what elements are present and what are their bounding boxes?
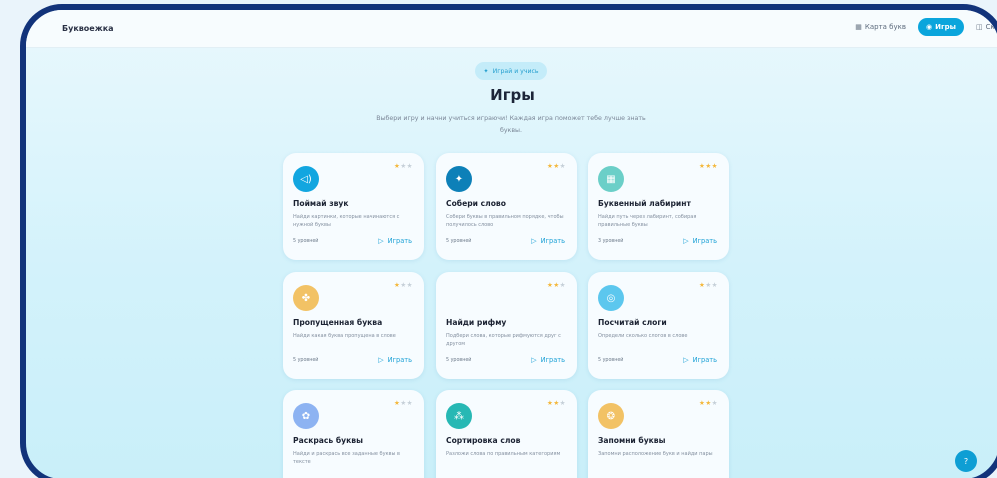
sparkle-icon: ✦	[483, 67, 489, 75]
difficulty-stars: ★★★	[394, 162, 413, 170]
play-button[interactable]: ▷ Играть	[683, 356, 717, 364]
help-button[interactable]: ?	[955, 450, 977, 472]
difficulty-stars: ★★★	[547, 399, 566, 407]
top-navbar: Буквоежка ▦ Карта букв ◉ Игры ◫ Ска	[26, 10, 997, 48]
star-icon: ★	[406, 162, 413, 170]
game-description: Найди путь через лабиринт, собирая прави…	[598, 214, 697, 228]
game-levels: 5 уровней	[598, 358, 624, 363]
speaker-icon: ◁)	[293, 166, 319, 192]
star-icon: ★	[711, 281, 718, 289]
play-button[interactable]: ▷ Играть	[683, 237, 717, 245]
game-card[interactable]: ✤ ★★★ Пропущенная буква Найди какая буква п…	[283, 272, 424, 379]
game-title: Сортировка слов	[446, 436, 521, 445]
game-levels: 5 уровней	[293, 239, 319, 244]
game-title: Поймай звук	[293, 199, 349, 208]
star-icon: ★	[559, 162, 566, 170]
game-card[interactable]: ◎ ★★★ Посчитай слоги Определи сколько слого…	[588, 272, 729, 379]
game-levels: 5 уровней	[446, 239, 472, 244]
game-title: Посчитай слоги	[598, 318, 667, 327]
difficulty-stars: ★★★	[699, 162, 718, 170]
game-description: Найди картинки, которые начинаются с нуж…	[293, 214, 400, 228]
app-frame: Буквоежка ▦ Карта букв ◉ Игры ◫ Ска ✦ Иг…	[20, 4, 997, 478]
page-title: Игры	[490, 86, 535, 104]
play-button[interactable]: ▷ Играть	[531, 237, 565, 245]
nav-letter-map[interactable]: ▦ Карта букв	[855, 23, 906, 31]
nav-games[interactable]: ◉ Игры	[918, 18, 964, 36]
game-description: Определи сколько слогов в слове	[598, 333, 688, 339]
difficulty-stars: ★★★	[699, 399, 718, 407]
play-and-learn-badge: ✦ Играй и учись	[475, 62, 547, 80]
difficulty-stars: ★★★	[547, 281, 566, 289]
play-icon: ▷	[683, 356, 689, 364]
game-title: Найди рифму	[446, 318, 507, 327]
game-description: Найди какая буква пропущена в слове	[293, 333, 396, 339]
game-levels: 3 уровней	[598, 239, 624, 244]
target-icon: ◎	[598, 285, 624, 311]
game-card[interactable]: ✦ ★★★ Собери слово Собери буквы в правильно…	[436, 153, 577, 260]
play-button[interactable]: ▷ Играть	[378, 356, 412, 364]
nav-stories-label: Ска	[985, 23, 997, 31]
map-icon: ▦	[855, 23, 862, 31]
game-levels: 5 уровней	[446, 358, 472, 363]
nav-games-label: Игры	[935, 23, 956, 31]
difficulty-stars: ★★★	[699, 281, 718, 289]
star-icon: ★	[559, 281, 566, 289]
game-levels: 5 уровней	[293, 358, 319, 363]
game-title: Собери слово	[446, 199, 506, 208]
star-icon: ★	[711, 162, 718, 170]
game-title: Буквенный лабиринт	[598, 199, 691, 208]
star-icon: ★	[406, 281, 413, 289]
game-title: Запомни буквы	[598, 436, 666, 445]
nav-letter-map-label: Карта букв	[864, 23, 906, 31]
game-title: Пропущенная буква	[293, 318, 383, 327]
play-icon: ▷	[378, 237, 384, 245]
game-card[interactable]: ★★★ Найди рифму Подбери слова, которые риф…	[436, 272, 577, 379]
nav-links: ▦ Карта букв ◉ Игры ◫ Ска	[843, 18, 997, 36]
page-subtitle: Выбери игру и начни учиться играючи! Каж…	[376, 115, 646, 134]
star-icon: ★	[406, 399, 413, 407]
difficulty-stars: ★★★	[394, 399, 413, 407]
game-description: Найди и раскрась все заданные буквы в те…	[293, 451, 400, 465]
brain-icon: ❂	[598, 403, 624, 429]
star-icon: ★	[711, 399, 718, 407]
play-label: Играть	[387, 356, 412, 364]
gamepad-icon: ◉	[926, 23, 933, 31]
help-icon: ?	[963, 456, 969, 466]
book-icon: ◫	[975, 23, 983, 31]
game-card[interactable]: ◁) ★★★ Поймай звук Найди картинки, которые …	[283, 153, 424, 260]
play-icon: ▷	[378, 356, 384, 364]
play-icon: ▷	[531, 356, 537, 364]
sparkle-icon: ✦	[446, 166, 472, 192]
game-description: Разложи слова по правильным категориям	[446, 451, 561, 457]
grid-icon: ▦	[598, 166, 624, 192]
play-label: Играть	[692, 356, 717, 364]
play-button[interactable]: ▷ Играть	[378, 237, 412, 245]
game-description: Запомни расположение букв и найди пары	[598, 451, 713, 457]
game-card[interactable]: ▦ ★★★ Буквенный лабиринт Найди путь через л…	[588, 153, 729, 260]
puzzle-icon: ✤	[293, 285, 319, 311]
play-label: Играть	[692, 237, 717, 245]
play-label: Играть	[540, 237, 565, 245]
play-icon: ▷	[683, 237, 689, 245]
game-description: Собери буквы в правильном порядке, чтобы…	[446, 214, 564, 228]
shapes-icon: ⁂	[446, 403, 472, 429]
brand-logo[interactable]: Буквоежка	[62, 24, 114, 33]
play-button[interactable]: ▷ Играть	[531, 356, 565, 364]
game-description: Подбери слова, которые рифмуются друг с …	[446, 333, 561, 347]
nav-stories[interactable]: ◫ Ска	[976, 23, 997, 31]
difficulty-stars: ★★★	[547, 162, 566, 170]
play-label: Играть	[540, 356, 565, 364]
badge-label: Играй и учись	[492, 67, 539, 75]
game-card[interactable]: ❂ ★★★ Запомни буквы Запомни расположение бу…	[588, 390, 729, 478]
game-card[interactable]: ⁂ ★★★ Сортировка слов Разложи слова по прав…	[436, 390, 577, 478]
game-card[interactable]: ✿ ★★★ Раскрась буквы Найди и раскрась все з…	[283, 390, 424, 478]
star-icon: ★	[559, 399, 566, 407]
play-label: Играть	[387, 237, 412, 245]
difficulty-stars: ★★★	[394, 281, 413, 289]
play-icon: ▷	[531, 237, 537, 245]
palette-icon: ✿	[293, 403, 319, 429]
game-title: Раскрась буквы	[293, 436, 363, 445]
